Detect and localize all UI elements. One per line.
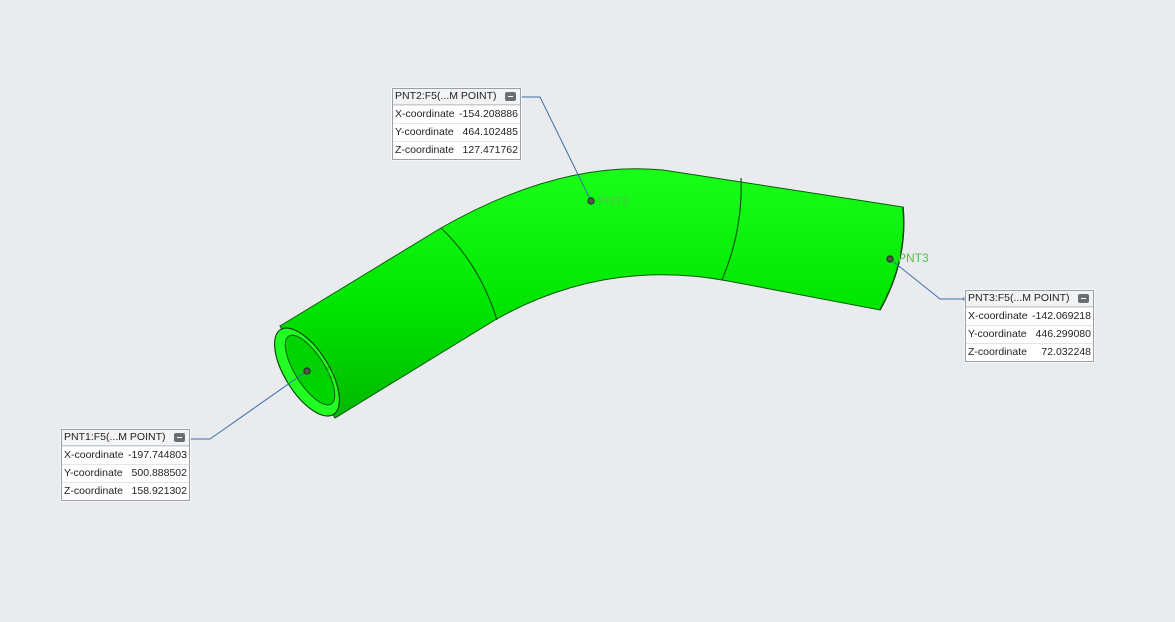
row-label: Z-coordinate — [968, 346, 1027, 358]
datum-point-icon — [587, 197, 595, 205]
row-label: X-coordinate — [395, 108, 455, 120]
row-value: 127.471762 — [462, 144, 518, 156]
pipe-body[interactable] — [279, 168, 905, 419]
row-value: -197.744803 — [128, 449, 187, 461]
pnt1-label[interactable]: PNT1 — [313, 363, 344, 377]
row-value: 158.921302 — [131, 485, 187, 497]
row-label: X-coordinate — [968, 310, 1028, 322]
callout-row-z: Z-coordinate 158.921302 — [62, 482, 189, 500]
callout-row-y: Y-coordinate 464.102485 — [393, 123, 520, 141]
pnt1-callout[interactable]: PNT1:F5(...M POINT) X-coordinate -197.74… — [61, 429, 190, 501]
row-label: X-coordinate — [64, 449, 124, 461]
minimize-icon[interactable] — [1078, 294, 1089, 303]
pnt3-callout[interactable]: PNT3:F5(...M POINT) X-coordinate -142.06… — [965, 290, 1094, 362]
callout-row-x: X-coordinate -154.208886 — [393, 105, 520, 123]
row-value: 72.032248 — [1041, 346, 1091, 358]
callout-row-x: X-coordinate -142.069218 — [966, 307, 1093, 325]
pnt3-label[interactable]: PNT3 — [898, 251, 929, 265]
datum-point-icon — [886, 255, 894, 263]
callout-row-z: Z-coordinate 127.471762 — [393, 141, 520, 159]
minimize-icon[interactable] — [505, 92, 516, 101]
callout-row-y: Y-coordinate 446.299080 — [966, 325, 1093, 343]
minimize-icon[interactable] — [174, 433, 185, 442]
row-label: Y-coordinate — [395, 126, 454, 138]
row-label: Y-coordinate — [968, 328, 1027, 340]
datum-point-icon — [303, 367, 311, 375]
row-label: Y-coordinate — [64, 467, 123, 479]
row-value: 446.299080 — [1035, 328, 1091, 340]
leader-pnt3 — [889, 258, 965, 300]
callout-header[interactable]: PNT1:F5(...M POINT) — [62, 430, 189, 446]
callout-row-z: Z-coordinate 72.032248 — [966, 343, 1093, 361]
callout-title: PNT2:F5(...M POINT) — [395, 90, 497, 102]
callout-title: PNT1:F5(...M POINT) — [64, 431, 166, 443]
callout-header[interactable]: PNT3:F5(...M POINT) — [966, 291, 1093, 307]
row-label: Z-coordinate — [395, 144, 454, 156]
row-value: 464.102485 — [462, 126, 518, 138]
callout-row-x: X-coordinate -197.744803 — [62, 446, 189, 464]
callout-row-y: Y-coordinate 500.888502 — [62, 464, 189, 482]
row-label: Z-coordinate — [64, 485, 123, 497]
callout-header[interactable]: PNT2:F5(...M POINT) — [393, 89, 520, 105]
row-value: -154.208886 — [459, 108, 518, 120]
callout-title: PNT3:F5(...M POINT) — [968, 292, 1070, 304]
row-value: -142.069218 — [1032, 310, 1091, 322]
pnt2-label[interactable]: PNT2 — [598, 194, 629, 208]
pnt2-callout[interactable]: PNT2:F5(...M POINT) X-coordinate -154.20… — [392, 88, 521, 160]
row-value: 500.888502 — [131, 467, 187, 479]
